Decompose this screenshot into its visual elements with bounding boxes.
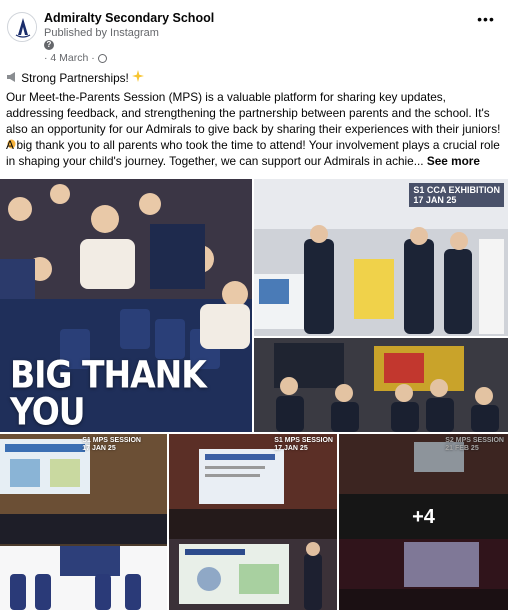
photo-group-booth[interactable] (254, 338, 508, 432)
school-logo-avatar[interactable] (7, 12, 37, 42)
photo-s1-mps-2[interactable]: S1 MPS SESSION 17 JAN 25 (169, 434, 337, 610)
post-paragraph-2: A big thank you to all parents who took … (6, 137, 502, 169)
post-date[interactable]: · 4 March · (44, 52, 95, 64)
post-paragraph-2-text: A big thank you to all parents who took … (6, 138, 500, 168)
globe-icon (97, 53, 107, 63)
sparkle-icon (132, 70, 145, 87)
photo-s1-mps-1[interactable]: S1 MPS SESSION 17 JAN 25 (0, 434, 167, 610)
post-headline: Strong Partnerships! (21, 71, 129, 85)
post-meta: · 4 March · (44, 52, 107, 64)
tile1-caption: S1 MPS SESSION 17 JAN 25 (82, 437, 141, 453)
more-photos-overlay[interactable]: +4 (339, 434, 508, 610)
photo-s2-mps[interactable]: S2 MPS SESSION 21 FEB 25 +4 (339, 434, 508, 610)
megaphone-icon (6, 71, 21, 85)
post-header: Admiralty Secondary School Published by … (0, 0, 508, 70)
page-name[interactable]: Admiralty Secondary School (44, 11, 214, 25)
tile2-caption: S1 MPS SESSION 17 JAN 25 (274, 437, 333, 453)
more-options-icon[interactable]: ••• (476, 12, 496, 28)
question-icon[interactable]: ? (44, 40, 54, 50)
photo-grid: BIG THANK YOU PARENTS (0, 179, 508, 610)
big-thank-you-caption: BIG THANK YOU PARENTS (10, 352, 207, 432)
more-photos-count: +4 (412, 505, 435, 528)
facebook-post: Admiralty Secondary School Published by … (0, 0, 508, 610)
post-line1: Strong Partnerships! (6, 70, 502, 87)
post-paragraph-text: Our Meet-the-Parents Session (MPS) is a … (6, 90, 501, 136)
cca-label-line1: S1 CCA EXHIBITION (413, 185, 500, 195)
tile2-caption-line2: 17 JAN 25 (274, 445, 308, 452)
published-by: Published by Instagram (44, 27, 159, 39)
tile1-caption-line1: S1 MPS SESSION (82, 437, 141, 444)
photo-big-thank-you[interactable]: BIG THANK YOU PARENTS (0, 179, 252, 432)
tile2-caption-line1: S1 MPS SESSION (274, 437, 333, 444)
tile1-caption-line2: 17 JAN 25 (82, 445, 116, 452)
cca-exhibition-label: S1 CCA EXHIBITION 17 JAN 25 (409, 183, 504, 207)
cca-label-line2: 17 JAN 25 (413, 195, 457, 205)
photo-cca-exhibition[interactable]: S1 CCA EXHIBITION 17 JAN 25 (254, 179, 508, 336)
see-more-link[interactable]: See more (427, 154, 480, 168)
